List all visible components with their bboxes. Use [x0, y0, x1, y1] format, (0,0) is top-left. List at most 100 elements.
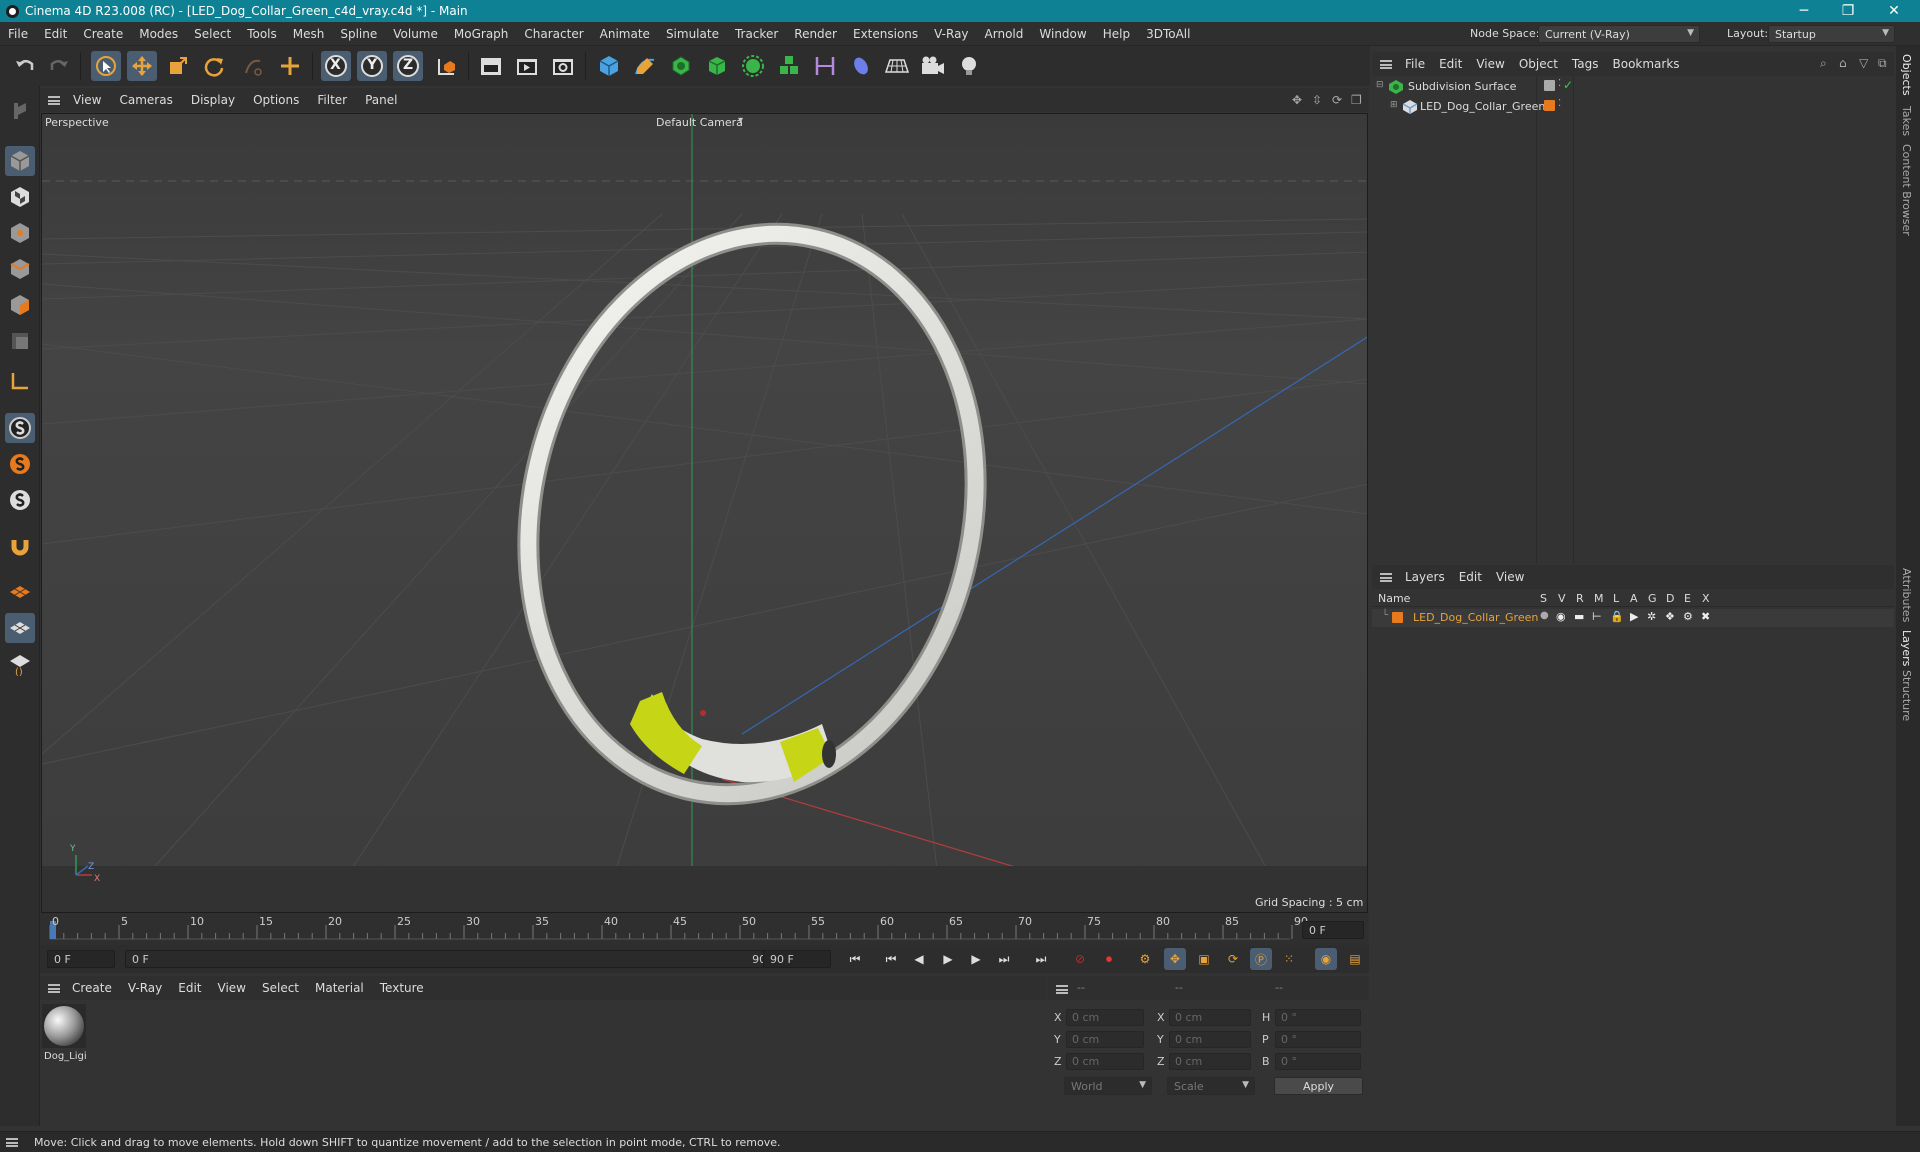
menu-tracker[interactable]: Tracker — [727, 22, 786, 46]
3d-viewport[interactable]: Y Z X — [41, 113, 1368, 913]
motion-recording-button[interactable]: ◉ — [1315, 948, 1337, 970]
key-position-button[interactable]: ✥ — [1164, 948, 1186, 970]
redo-button[interactable] — [44, 51, 74, 81]
deformer-button[interactable] — [810, 51, 840, 81]
layer-color-swatch[interactable] — [1392, 612, 1403, 623]
magnet-button[interactable] — [5, 531, 35, 561]
coord-mode-dropdown[interactable]: Scale ▼ — [1167, 1077, 1255, 1095]
tab-layers[interactable]: Layers — [1900, 630, 1913, 666]
previous-frame-button[interactable]: ◀ — [908, 948, 930, 970]
material-menu-icon[interactable] — [48, 983, 60, 993]
render-clapboard-icon[interactable]: ▬ — [1574, 610, 1584, 623]
object-menu-object[interactable]: Object — [1512, 57, 1565, 71]
y-axis-lock-button[interactable]: Y — [357, 51, 387, 81]
world-axis-button[interactable] — [275, 51, 305, 81]
coord-pos-z-field[interactable]: 0 cm — [1066, 1053, 1144, 1070]
tab-content-browser[interactable]: Content Browser — [1900, 144, 1913, 236]
recent-tools-button[interactable] — [238, 51, 268, 81]
manager-hierarchy-icon[interactable]: ⊢ — [1592, 610, 1602, 623]
layer-col-locked[interactable]: L — [1613, 592, 1619, 605]
coord-rot-p-field[interactable]: 0 ° — [1275, 1031, 1361, 1048]
material-menu-view[interactable]: View — [210, 981, 254, 995]
undo-button[interactable] — [10, 51, 40, 81]
layer-col-view[interactable]: V — [1558, 592, 1566, 605]
menu-mesh[interactable]: Mesh — [285, 22, 333, 46]
floor-object-button[interactable] — [882, 51, 912, 81]
key-settings-button[interactable]: ⚙ — [1134, 948, 1156, 970]
layer-menu-view[interactable]: View — [1489, 570, 1531, 584]
grid-floor-button[interactable] — [5, 577, 35, 607]
object-menu-view[interactable]: View — [1469, 57, 1511, 71]
node-space-dropdown[interactable]: Current (V-Ray) ▼ — [1538, 25, 1700, 43]
render-button[interactable] — [512, 51, 542, 81]
move-tool-button[interactable] — [127, 51, 157, 81]
next-frame-button[interactable]: ▶ — [965, 948, 987, 970]
menu-volume[interactable]: Volume — [385, 22, 446, 46]
object-menu-edit[interactable]: Edit — [1432, 57, 1469, 71]
viewport-menu-options[interactable]: Options — [244, 93, 308, 107]
viewport-menu-icon[interactable] — [48, 95, 60, 105]
workplane-grid-button[interactable] — [5, 613, 35, 643]
record-off-button[interactable]: ⊘ — [1069, 948, 1091, 970]
layer-col-expressions[interactable]: E — [1684, 592, 1691, 605]
tab-attributes[interactable]: Attributes — [1900, 568, 1913, 622]
menu-help[interactable]: Help — [1095, 22, 1138, 46]
object-menu-icon[interactable] — [1380, 59, 1392, 69]
layer-menu-edit[interactable]: Edit — [1452, 570, 1489, 584]
object-menu-bookmarks[interactable]: Bookmarks — [1606, 57, 1687, 71]
coordinates-menu-icon[interactable] — [1056, 985, 1068, 994]
x-axis-lock-button[interactable]: X — [321, 51, 351, 81]
live-selection-button[interactable] — [91, 51, 121, 81]
viewport-rotate-icon[interactable]: ⟳ — [1332, 93, 1342, 107]
next-key-button[interactable]: ⏭ — [993, 948, 1015, 970]
layer-row[interactable]: └ LED_Dog_Collar_Green ● ◉ ▬ ⊢ 🔒 ▶ ✲ ❖ ⚙… — [1372, 609, 1894, 627]
material-swatch[interactable]: Dog_Ligi — [42, 1004, 88, 1064]
light-object-button[interactable] — [954, 51, 984, 81]
minimize-button[interactable]: ─ — [1782, 0, 1826, 22]
eye-icon[interactable]: ◉ — [1556, 610, 1566, 623]
layer-color-swatch[interactable] — [1544, 100, 1555, 111]
viewport-menu-cameras[interactable]: Cameras — [110, 93, 181, 107]
texture-mode-button[interactable] — [5, 182, 35, 212]
tab-objects[interactable]: Objects — [1900, 54, 1913, 96]
search-icon[interactable]: ⌕ — [1820, 56, 1827, 71]
key-rotation-button[interactable]: ⟳ — [1222, 948, 1244, 970]
layer-menu-icon[interactable] — [1380, 572, 1392, 582]
key-parameter-button[interactable]: Ⓟ — [1250, 948, 1272, 970]
viewport-camera-label[interactable]: Default Camera — [656, 116, 743, 129]
coord-size-x-field[interactable]: 0 cm — [1169, 1009, 1251, 1026]
tab-structure[interactable]: Structure — [1900, 670, 1913, 721]
menu-create[interactable]: Create — [75, 22, 131, 46]
field-button[interactable] — [846, 51, 876, 81]
coord-pos-y-field[interactable]: 0 cm — [1066, 1031, 1144, 1048]
polygons-mode-button[interactable] — [5, 290, 35, 320]
coord-pos-x-field[interactable]: 0 cm — [1066, 1009, 1144, 1026]
play-button[interactable]: ▶ — [937, 948, 959, 970]
menu-animate[interactable]: Animate — [592, 22, 658, 46]
layer-col-deformers[interactable]: D — [1666, 592, 1674, 605]
subdivision-surface-button[interactable] — [666, 51, 696, 81]
viewport-zoom-icon[interactable]: ⇳ — [1312, 93, 1322, 107]
viewport-move-icon[interactable]: ✥ — [1292, 93, 1302, 107]
object-row-led-dog-collar[interactable]: ⊞ LED_Dog_Collar_Green ⁚ — [1372, 98, 1894, 116]
key-scale-button[interactable]: ▣ — [1193, 948, 1215, 970]
autokey-button[interactable]: ⏺ — [1098, 948, 1120, 970]
layer-col-animation[interactable]: A — [1630, 592, 1638, 605]
collapse-icon[interactable]: ⊟ — [1376, 80, 1384, 90]
coord-size-y-field[interactable]: 0 cm — [1169, 1031, 1251, 1048]
material-menu-vray[interactable]: V-Ray — [120, 981, 170, 995]
xref-icon[interactable]: ✖ — [1701, 610, 1710, 623]
generator-icon[interactable]: ✲ — [1647, 610, 1656, 623]
edges-mode-button[interactable] — [5, 254, 35, 284]
menu-extensions[interactable]: Extensions — [845, 22, 926, 46]
apply-button[interactable]: Apply — [1274, 1077, 1363, 1095]
maximize-button[interactable]: ❐ — [1826, 0, 1870, 22]
key-pla-button[interactable]: ⁙ — [1278, 948, 1300, 970]
new-window-icon[interactable]: ⧉ — [1878, 56, 1887, 71]
home-icon[interactable]: ⌂ — [1839, 56, 1847, 70]
go-to-end-button[interactable]: ⏭ — [1030, 948, 1052, 970]
menu-character[interactable]: Character — [516, 22, 591, 46]
mograph-cloner-button[interactable] — [738, 51, 768, 81]
uv-mode-button[interactable] — [5, 326, 35, 356]
coord-rot-h-field[interactable]: 0 ° — [1275, 1009, 1361, 1026]
